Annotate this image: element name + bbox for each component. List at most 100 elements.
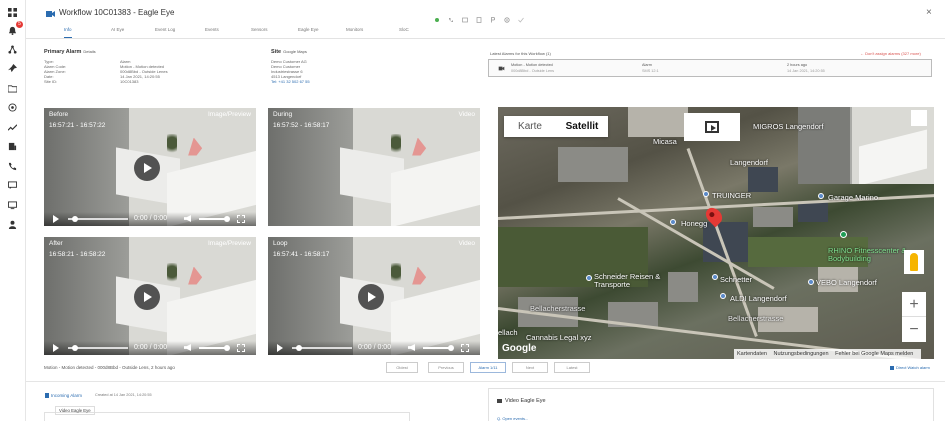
play-button[interactable] [358, 284, 384, 310]
primary-alarm-heading: Primary Alarm Details [44, 49, 96, 55]
network-icon[interactable] [8, 45, 18, 55]
report-error-link[interactable]: Fehler bei Google Maps melden [835, 351, 913, 357]
fullscreen-icon[interactable] [237, 215, 245, 223]
google-logo: Google [502, 343, 537, 354]
map-attribution: Kartendaten Nutzungsbedingungen Fehler b… [734, 349, 922, 359]
bottom-left-panel [44, 412, 410, 421]
volume-slider[interactable] [423, 347, 451, 349]
tab-bar: Info AI Eye Event Log Events Sensors Eag… [26, 27, 945, 39]
parking-action-icon[interactable] [490, 10, 496, 23]
folder-icon[interactable] [8, 84, 18, 94]
volume-slider[interactable] [199, 347, 227, 349]
map-type-map-button[interactable]: Karte [504, 116, 556, 137]
poi-pin-icon[interactable] [670, 219, 676, 225]
phone-icon[interactable] [8, 162, 18, 172]
tab-eagle-eye[interactable]: Eagle Eye [298, 27, 319, 38]
next-button[interactable]: Next [512, 362, 548, 373]
bell-icon[interactable] [8, 26, 18, 36]
video-eagle-eye-tab[interactable]: Video Eagle Eye [55, 406, 95, 415]
poi-pin-icon[interactable] [712, 274, 718, 280]
grid-icon[interactable] [8, 8, 18, 18]
volume-slider[interactable] [199, 218, 227, 220]
chat-action-icon[interactable] [462, 10, 468, 23]
previous-button[interactable]: Previous [428, 362, 464, 373]
header-actions [434, 10, 524, 23]
direct-watch-link[interactable]: Direct Watch alarm [890, 365, 930, 370]
poi-pin-icon[interactable] [720, 293, 726, 299]
pin-icon[interactable] [8, 64, 18, 74]
play-icon[interactable] [53, 344, 59, 352]
map-data-link[interactable]: Kartendaten [737, 351, 767, 357]
oldest-button[interactable]: Oldest [386, 362, 418, 373]
play-button[interactable] [134, 155, 160, 181]
primary-alarm-values: Alarm Motion - Motion detected 000d8Bbd … [120, 59, 168, 84]
zoom-out-button[interactable]: − [902, 317, 926, 342]
map-fullscreen-button[interactable] [911, 110, 927, 126]
alarm-status-text: Motion - Motion detected - 000d8Bbd - Ou… [44, 365, 175, 370]
message-icon[interactable] [8, 181, 18, 191]
poi-pin-icon[interactable] [586, 275, 592, 281]
open-events-link[interactable]: Q. Open events... [497, 416, 528, 421]
latest-button[interactable]: Latest [554, 362, 590, 373]
street-view-pegman-icon[interactable] [904, 250, 924, 274]
video-icon [705, 121, 719, 133]
tab-event-log[interactable]: Event Log [155, 27, 175, 38]
tab-events[interactable]: Events [205, 27, 219, 38]
bottom-right-panel [488, 388, 934, 421]
site-heading: Site Google Maps [271, 49, 307, 55]
video-during[interactable]: During 16:57:52 - 16:58:17 Video [268, 108, 480, 226]
video-controls: 0:00 / 0:00 [44, 212, 256, 226]
map-video-button[interactable] [684, 113, 740, 141]
play-button[interactable] [134, 284, 160, 310]
close-button[interactable]: × [926, 7, 932, 18]
terms-link[interactable]: Nutzungsbedingungen [774, 351, 829, 357]
tab-sloc[interactable]: SloC [399, 27, 409, 38]
latest-alarm-row[interactable]: Motion - Motion detected 000d8Bbd - Outs… [488, 59, 932, 77]
incoming-alarm-link[interactable]: Incoming Alarm [51, 393, 82, 398]
poi-pin-icon[interactable] [818, 193, 824, 199]
poi-park-icon[interactable] [840, 231, 847, 238]
map-type-toggle: Karte Satellit [504, 116, 608, 137]
user-icon[interactable] [8, 220, 18, 230]
play-icon[interactable] [53, 215, 59, 223]
workflow-title: Workflow 10C01383 - Eagle Eye [59, 8, 175, 17]
tab-ai-eye[interactable]: AI Eye [111, 27, 124, 38]
volume-icon[interactable] [408, 344, 415, 351]
fullscreen-icon[interactable] [461, 344, 469, 352]
play-icon[interactable] [277, 344, 283, 352]
video-camera-icon [498, 66, 505, 71]
app-window: 5 Workflow 10C01383 - Eagle Eye × Info A… [0, 0, 945, 421]
video-loop[interactable]: Loop 16:57:41 - 16:58:17 Video 0:00 / 0:… [268, 237, 480, 355]
video-before[interactable]: Before 16:57:21 - 16:57:22 Image/Preview… [44, 108, 256, 226]
tab-sensors[interactable]: Sensors [251, 27, 268, 38]
tab-info[interactable]: Info [64, 27, 72, 38]
site-address: Demo Customer AG Demo Customer Industrie… [271, 59, 310, 84]
building-icon[interactable] [8, 142, 18, 152]
monitor-icon[interactable] [8, 201, 18, 211]
divider [26, 381, 945, 382]
satellite-map[interactable]: Micasa Langendorf TRUINGER Honegg Garage… [498, 107, 934, 359]
poi-pin-icon[interactable] [808, 279, 814, 285]
tab-monitors[interactable]: Monitors [346, 27, 363, 38]
current-alarm-button[interactable]: Alarm 1/11 [470, 362, 506, 373]
settings-action-icon[interactable] [504, 10, 510, 23]
poi-pin-icon[interactable] [703, 191, 709, 197]
video-camera-icon [46, 11, 55, 17]
zoom-in-button[interactable]: + [902, 292, 926, 317]
video-after[interactable]: After 16:58:21 - 16:58:22 Image/Preview … [44, 237, 256, 355]
latest-alarms-heading: Latest Alarms for this Workflow (1) [490, 51, 551, 56]
incoming-alarm-date: Created at 14 Jan 2021, 14:20:55 [95, 393, 152, 397]
video-controls: 0:00 / 0:00 [268, 341, 480, 355]
check-action-icon[interactable] [518, 10, 524, 23]
fullscreen-icon[interactable] [237, 344, 245, 352]
volume-icon[interactable] [184, 344, 191, 351]
dont-assign-link[interactable]: ← Don't assign alarms (327 more) [860, 51, 921, 56]
target-icon[interactable] [8, 103, 18, 113]
site-phone-link[interactable]: Tel: +41 32 502 67 55 [271, 79, 310, 84]
map-type-satellite-button[interactable]: Satellit [556, 116, 608, 137]
volume-icon[interactable] [184, 215, 191, 222]
trend-icon[interactable] [8, 123, 18, 133]
phone-action-icon[interactable] [448, 10, 454, 22]
print-action-icon[interactable] [476, 10, 482, 23]
primary-alarm-labels: Type: Alarm Code: Alarm Zone: Date: Site… [44, 59, 67, 84]
